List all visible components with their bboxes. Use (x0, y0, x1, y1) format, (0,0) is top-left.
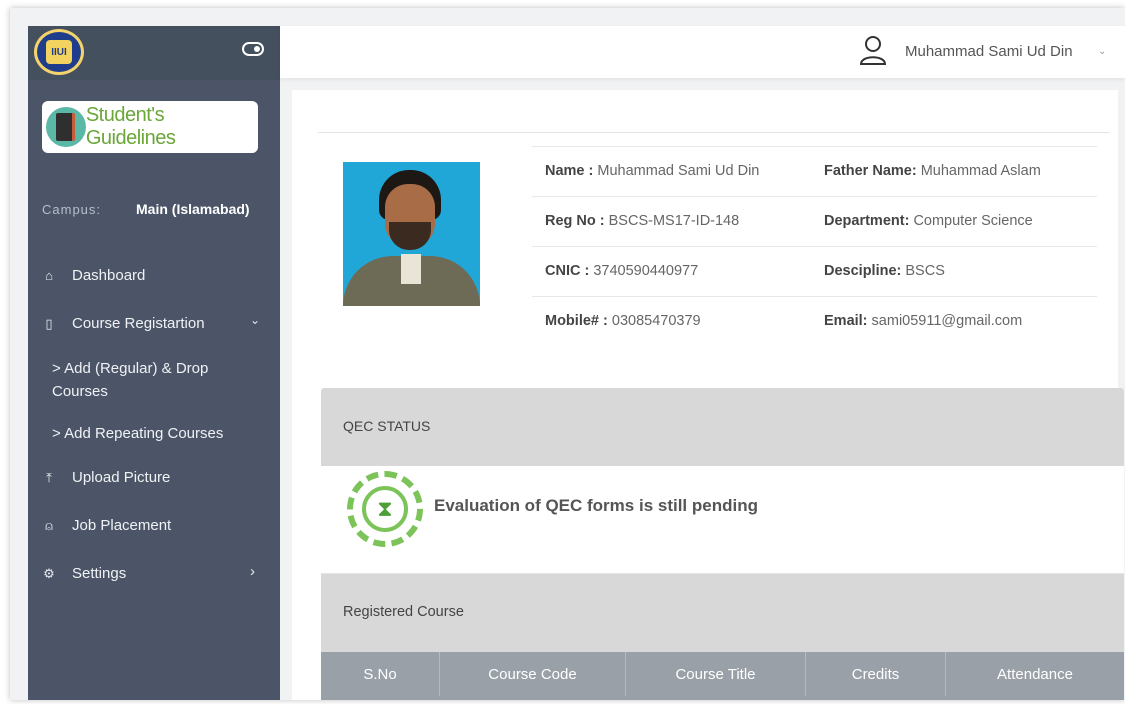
university-logo: IIUI (34, 29, 84, 75)
info-row: Mobile# : 03085470379 Email: sami05911@g… (532, 296, 1097, 346)
sidebar-top: IIUI (28, 26, 280, 80)
chevron-down-icon: ⌄ (250, 313, 261, 327)
hourglass-icon: ⧗ (347, 471, 423, 547)
column-header-credits[interactable]: Credits (806, 652, 946, 696)
sidebar-item-job-placement[interactable]: ⍝ Job Placement (42, 517, 171, 534)
column-header-attendance[interactable]: Attendance (946, 652, 1124, 696)
top-header: Muhammad Sami Ud Din ⌄ (280, 26, 1125, 78)
qec-status-title: QEC STATUS (343, 418, 431, 434)
sidebar-item-settings[interactable]: ⚙ Settings (42, 565, 126, 582)
sidebar-subitem-add-drop[interactable]: > Add (Regular) & Drop Courses (52, 357, 252, 403)
sidebar-toggle-icon[interactable] (242, 42, 264, 56)
info-row: CNIC : 3740590440977 Descipline: BSCS (532, 246, 1097, 296)
sidebar-item-dashboard[interactable]: ⌂ Dashboard (42, 267, 145, 284)
chevron-right-icon: › (250, 563, 255, 580)
gear-icon: ⚙ (43, 565, 55, 581)
divider (318, 132, 1110, 133)
father-name-field: Father Name: Muhammad Aslam (824, 163, 1041, 179)
sidebar: IIUI Student's Guidelines Campus: Main (… (28, 26, 280, 700)
book-icon: ▯ (45, 315, 53, 331)
registered-course-title: Registered Course (343, 604, 464, 620)
user-name[interactable]: Muhammad Sami Ud Din (905, 43, 1073, 60)
sidebar-item-course-registration[interactable]: ▯ Course Registartion (42, 315, 205, 332)
discipline-field: Descipline: BSCS (824, 263, 945, 279)
course-table-header: S.No Course Code Course Title Credits At… (321, 652, 1124, 700)
info-row: Reg No : BSCS-MS17-ID-148 Department: Co… (532, 196, 1097, 246)
user-icon[interactable] (858, 34, 888, 66)
campus-label: Campus: (42, 202, 102, 217)
sidebar-item-label: Job Placement (72, 517, 172, 534)
email-field: Email: sami05911@gmail.com (824, 313, 1023, 329)
qec-status-header: QEC STATUS (321, 388, 1124, 466)
cnic-field: CNIC : 3740590440977 (545, 263, 699, 279)
home-icon: ⌂ (45, 268, 53, 283)
sidebar-item-label: Upload Picture (72, 469, 171, 486)
reg-no-field: Reg No : BSCS-MS17-ID-148 (545, 213, 740, 229)
profile-info: Name : Muhammad Sami Ud Din Father Name:… (532, 146, 1097, 346)
column-header-course-title[interactable]: Course Title (626, 652, 806, 696)
main-content: Name : Muhammad Sami Ud Din Father Name:… (292, 90, 1124, 700)
qec-status-body: ⧗ Evaluation of QEC forms is still pendi… (321, 466, 1124, 574)
chevron-down-icon[interactable]: ⌄ (1098, 46, 1106, 57)
column-header-course-code[interactable]: Course Code (440, 652, 626, 696)
sidebar-item-label: Settings (72, 565, 127, 582)
profile-photo (343, 162, 480, 306)
department-field: Department: Computer Science (824, 213, 1033, 229)
book-icon (46, 107, 86, 147)
campus-value: Main (Islamabad) (136, 201, 250, 217)
sidebar-item-label: Dashboard (72, 267, 146, 284)
sidebar-item-upload-picture[interactable]: ⤒ Upload Picture (42, 469, 170, 486)
mobile-field: Mobile# : 03085470379 (545, 313, 701, 329)
sidebar-item-label: Course Registartion (72, 315, 205, 332)
upload-icon: ⤒ (46, 469, 52, 485)
registered-course-header: Registered Course (321, 574, 1124, 652)
qec-status-message: Evaluation of QEC forms is still pending (434, 496, 758, 515)
sidebar-subitem-repeating[interactable]: > Add Repeating Courses (52, 422, 223, 445)
info-row: Name : Muhammad Sami Ud Din Father Name:… (532, 146, 1097, 196)
app-frame: IIUI Student's Guidelines Campus: Main (… (10, 8, 1125, 700)
guidelines-label: Student's Guidelines (85, 104, 176, 149)
person-icon: ⍝ (45, 517, 53, 533)
students-guidelines-button[interactable]: Student's Guidelines (42, 101, 258, 153)
name-field: Name : Muhammad Sami Ud Din (545, 163, 760, 179)
column-header-sno[interactable]: S.No (321, 652, 440, 696)
